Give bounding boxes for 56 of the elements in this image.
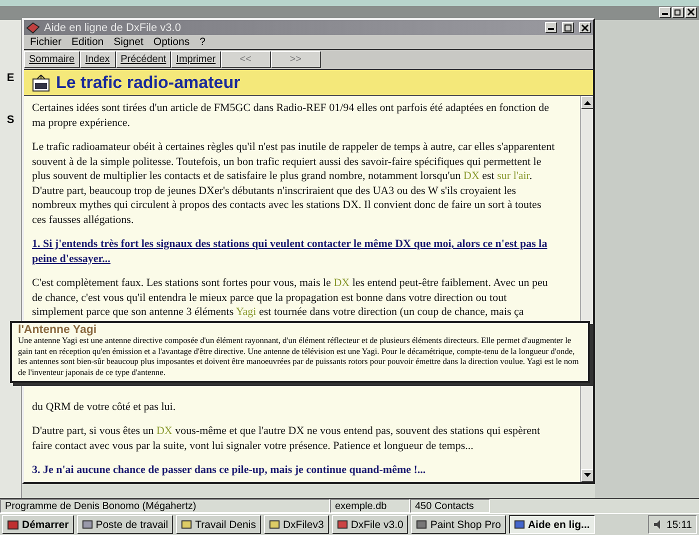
taskbar-button[interactable]: DxFilev3: [264, 515, 329, 534]
menu-item[interactable]: Fichier: [30, 36, 62, 48]
scroll-up-icon[interactable]: [581, 96, 593, 109]
status-text: Programme de Denis Bonomo (Mégahertz): [0, 499, 330, 513]
menu-item[interactable]: Options: [153, 36, 190, 48]
menu-item[interactable]: ?: [200, 36, 206, 48]
taskbar-button[interactable]: Aide en lig...: [508, 515, 595, 534]
popup-title: l'Antenne Yagi: [18, 324, 98, 336]
menu-item[interactable]: Signet: [114, 36, 144, 48]
close-button[interactable]: [685, 6, 697, 18]
toolbar-button[interactable]: Sommaire: [24, 51, 80, 68]
close-button[interactable]: [579, 22, 591, 33]
menu-item[interactable]: Edition: [72, 36, 104, 48]
toolbar-button[interactable]: Index: [80, 51, 116, 68]
paragraph: Le trafic radioamateur obéit à certaines règles qu'il n'est pas inutile de rappeler de temps à autre, car elles s'apparentent souvent à de la simple politesse. Toutefois, un bon trafic requiert aussi des savoir-faire spécifiques qui permettent le plus souvent de multiplier les contacts et de satisfaire le plus grand nombre, notamment lorsqu'un DX est sur l'air. D'autre part, beaucoup trop de jeunes DXer's débutants n'inscriraient que des UA3 ou des W s'ils croyaient les nombreux mythes qui circulent à propos des contacts avec les stations DX. Il convient donc de faire un sort à toutes ces fausses allégations.: [32, 140, 556, 227]
minimize-icon: [548, 28, 554, 30]
close-icon: [687, 8, 695, 16]
taskbar-button[interactable]: Travail Denis: [176, 515, 261, 534]
window-icon: [181, 519, 192, 530]
windows-logo-icon: [7, 518, 19, 530]
window-icon: [514, 519, 525, 530]
maximize-button[interactable]: [562, 22, 574, 33]
toolbar-button[interactable]: Précédent: [116, 51, 172, 68]
restore-icon: [674, 8, 682, 16]
window-icon: [416, 519, 428, 530]
window-title: Aide en ligne de DxFile v3.0: [44, 22, 182, 34]
minimize-icon: [662, 12, 668, 14]
status-text: 450 Contacts: [410, 499, 490, 513]
question-link[interactable]: 1. Si j'entends très fort les signaux des stations qui veulent contacter le même DX que moi, alors ce n'est pas la peine d'essayer...: [32, 237, 558, 266]
clock: 15:11: [666, 518, 692, 530]
menu-fragment: S: [6, 114, 14, 126]
paragraph: Certaines idées sont tirées d'un article de FM5GC dans Radio-REF 01/94 elles ont parfois été adaptées en fonction de ma propre expérience.: [32, 101, 550, 130]
close-icon: [581, 24, 589, 32]
menu-fragment: E: [6, 72, 14, 84]
taskbar-button[interactable]: DxFile v3.0: [332, 515, 408, 534]
popup-text: Une antenne Yagi est une antenne directive composée d'un élément rayonnant, d'un élément réflecteur et de plusieurs éléments directeurs. Elle permet d'augmenter le gain tant en réception qu'en émission et a l'avantage d'être directive. Une antenne de télévision est une Yagi. Pour le décamétrique, compte-tenu de la longueur d'onde, les antennes sont bien-sûr beaucoup plus imposantes et doivent être manoeuvrées par de puissants rotors pour pouvoir émettre dans la direction voulue. Yagi est le nom de l'inventeur japonais de ce type d'antenne.: [18, 336, 580, 378]
minimize-button[interactable]: [545, 22, 557, 33]
start-button[interactable]: Démarrer: [2, 515, 74, 534]
paragraph: C'est complètement faux. Les stations sont fortes pour vous, mais le DX les entend peut-être faiblement. Avec un peu de chance, c'est vous qu'il entendra le mieux parce que la propagation est bonne dans votre direction ou tout simplement parce que son antenne 3 éléments Yagi est tournée dans votre direction (un coup de chance, mais ça: [32, 276, 549, 320]
topic-heading: Le trafic radio-amateur: [56, 72, 240, 92]
taskbar-button[interactable]: Paint Shop Pro: [411, 515, 506, 534]
minimize-button[interactable]: [659, 6, 671, 18]
radio-icon: [32, 74, 50, 92]
toolbar-button[interactable]: Imprimer: [171, 51, 221, 68]
taskbar-button[interactable]: Poste de travail: [76, 515, 174, 534]
paragraph: D'autre part, si vous êtes un DX vous-même et que l'autre DX ne vous entend pas, souvent des stations qui espèrent faire contact avec vous par la suite, vont lui signaler votre présence. Patience et longueur de temps...: [32, 424, 542, 453]
status-text: exemple.db: [330, 499, 410, 513]
window-icon: [82, 519, 93, 530]
speaker-icon: [652, 519, 662, 530]
question-heading: 3. Je n'ai aucune chance de passer dans ce pile-up, mais je continue quand-même !...: [32, 463, 427, 478]
window-icon: [336, 519, 348, 530]
restore-button[interactable]: [672, 6, 684, 18]
paragraph: du QRM de votre côté et pas lui.: [32, 400, 177, 414]
scroll-down-icon[interactable]: [581, 469, 593, 482]
maximize-icon: [564, 24, 572, 32]
window-icon: [268, 519, 280, 530]
